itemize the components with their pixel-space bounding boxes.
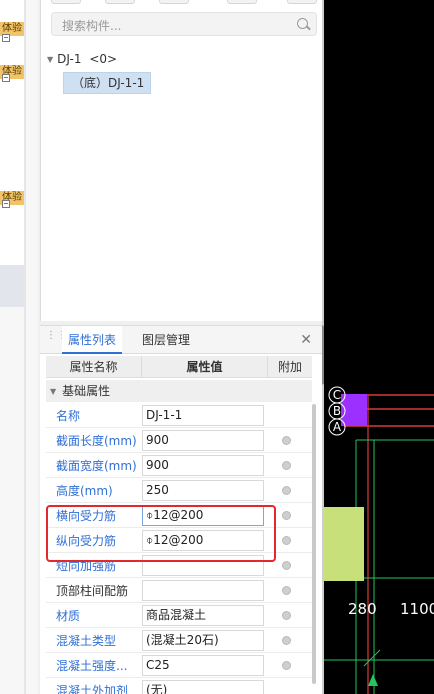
attribute-row: 顶部柱间配筋 (46, 578, 312, 603)
attribute-name: 截面宽度(mm) (56, 459, 137, 473)
attribute-row: 截面长度(mm) 900 (46, 428, 312, 453)
toolbar-button[interactable] (159, 0, 189, 4)
axis-label-b: B (333, 404, 341, 418)
attribute-value-field[interactable]: DJ-1-1 (142, 405, 264, 426)
tree-node-count: <0> (89, 52, 118, 66)
attribute-name: 材质 (56, 609, 81, 623)
expand-arrow-icon[interactable]: ▼ (47, 55, 53, 64)
collapse-icon[interactable] (2, 74, 10, 82)
attributes-table-header: 属性名称 属性值 附加 (46, 356, 312, 378)
attributes-tab-bar: ⋮⋮ 属性列表 图层管理 ✕ (40, 326, 322, 354)
component-search-input[interactable]: 搜索构件... (51, 12, 317, 36)
attribute-row: 纵向受力筋 ⌽12@200 (46, 528, 312, 553)
attribute-value-field[interactable] (142, 555, 264, 576)
close-icon[interactable]: ✕ (300, 332, 312, 348)
toolbar-button[interactable] (105, 0, 135, 4)
attribute-value-field[interactable]: (混凝土20石) (142, 630, 264, 651)
attribute-name: 名称 (56, 409, 81, 423)
attribute-value-field[interactable]: ⌽12@200 (142, 505, 264, 526)
dimension-label: 280 (348, 600, 377, 618)
tree-node-label: DJ-1 (57, 52, 82, 66)
attach-radio[interactable] (282, 486, 291, 495)
attach-radio[interactable] (282, 436, 291, 445)
axis-label-c: C (333, 388, 341, 402)
component-list-panel: 搜索构件... ▼ DJ-1 <0> （底）DJ-1-1 (40, 0, 322, 321)
attach-radio[interactable] (282, 611, 291, 620)
attribute-row: 名称 DJ-1-1 (46, 403, 312, 428)
toolbar-button[interactable] (227, 0, 257, 4)
attribute-name: 纵向受力筋 (56, 534, 117, 548)
tree-node-root[interactable]: ▼ DJ-1 <0> (47, 52, 117, 66)
attribute-name: 混凝土类型 (56, 634, 117, 648)
header-attr-value: 属性值 (142, 356, 268, 378)
header-attr-name: 属性名称 (46, 356, 142, 378)
drag-grip-icon[interactable]: ⋮⋮ (46, 331, 67, 346)
attribute-name: 横向受力筋 (56, 509, 117, 523)
attributes-group-basic[interactable]: ▼ 基础属性 (46, 380, 312, 402)
attribute-name: 短向加强筋 (56, 559, 117, 573)
axis-label-a: A (333, 420, 342, 434)
attribute-name: 截面长度(mm) (56, 434, 137, 448)
attach-radio[interactable] (282, 661, 291, 670)
toolbar-button[interactable] (51, 0, 81, 4)
attribute-row: 材质 商品混凝土 (46, 603, 312, 628)
attribute-value-field[interactable]: C25 (142, 655, 264, 676)
attribute-name: 混凝土外加剂 (56, 684, 129, 694)
attach-radio[interactable] (282, 586, 291, 595)
drawing-svg: C B A (324, 386, 434, 694)
search-placeholder: 搜索构件... (62, 19, 122, 33)
attribute-value-field[interactable] (142, 580, 264, 601)
attribute-name: 顶部柱间配筋 (56, 584, 129, 598)
attach-radio[interactable] (282, 561, 291, 570)
attribute-value-field[interactable]: 900 (142, 430, 264, 451)
attributes-panel: ⋮⋮ 属性列表 图层管理 ✕ 属性名称 属性值 附加 ▼ 基础属性 名称 DJ-1… (40, 325, 322, 694)
tab-layer-management[interactable]: 图层管理 (136, 326, 196, 354)
left-strip-selected-area (0, 265, 24, 307)
attribute-name: 混凝土强度... (56, 659, 128, 673)
footing-block[interactable] (324, 507, 364, 581)
header-attr-extra: 附加 (277, 360, 302, 374)
group-label: 基础属性 (62, 384, 111, 398)
attach-radio[interactable] (282, 461, 291, 470)
attribute-name: 高度(mm) (56, 484, 113, 498)
attribute-row: 混凝土强度... C25 (46, 653, 312, 678)
collapse-arrow-icon[interactable]: ▼ (50, 381, 56, 403)
attach-radio[interactable] (282, 511, 291, 520)
search-icon[interactable] (297, 18, 308, 29)
attribute-row: 混凝土外加剂 (无) (46, 678, 312, 694)
attributes-scrollbar[interactable] (312, 404, 316, 684)
tab-attribute-list[interactable]: 属性列表 (62, 326, 123, 354)
collapse-icon[interactable] (2, 34, 10, 42)
dimension-label: 1100 (400, 600, 434, 618)
attribute-row: 横向受力筋 ⌽12@200 (46, 503, 312, 528)
attribute-row: 短向加强筋 (46, 553, 312, 578)
attribute-value-field[interactable]: (无) (142, 680, 264, 694)
attribute-value-field[interactable]: 商品混凝土 (142, 605, 264, 626)
drawing-canvas[interactable]: C B A 280 1100 (324, 0, 434, 694)
toolbar-button[interactable] (287, 0, 317, 4)
attribute-value-field[interactable]: ⌽12@200 (142, 530, 264, 551)
axis-arrow-icon (368, 674, 378, 686)
attribute-row: 高度(mm) 250 (46, 478, 312, 503)
attach-radio[interactable] (282, 536, 291, 545)
attribute-row: 混凝土类型 (混凝土20石) (46, 628, 312, 653)
attribute-value-field[interactable]: 250 (142, 480, 264, 501)
left-strip-border (24, 0, 26, 694)
collapse-icon[interactable] (2, 200, 10, 208)
attribute-value-field[interactable]: 900 (142, 455, 264, 476)
tree-node-selected[interactable]: （底）DJ-1-1 (63, 72, 152, 94)
green-tick (363, 649, 381, 667)
attribute-row: 截面宽度(mm) 900 (46, 453, 312, 478)
left-sidebar-strip: 体验 体验 体验 (0, 0, 38, 694)
attach-radio[interactable] (282, 636, 291, 645)
